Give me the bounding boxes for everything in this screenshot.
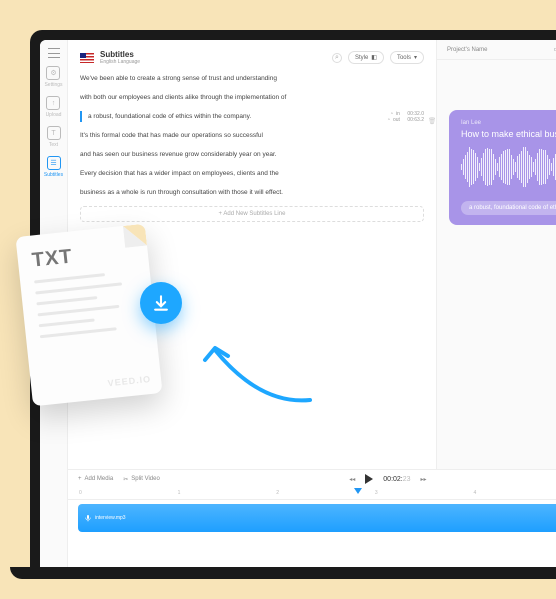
watermark: VEED.IO	[107, 374, 151, 388]
download-button[interactable]	[140, 282, 182, 324]
rewind-icon[interactable]: ◂◂	[349, 476, 355, 483]
style-button[interactable]: Style◧	[348, 51, 384, 64]
panel-subtitle: English Language	[100, 59, 326, 65]
trash-icon[interactable]: 🗑	[428, 117, 436, 125]
flag-us-icon	[80, 53, 94, 63]
video-preview: Ian Lee How to make ethical business dec…	[449, 110, 556, 225]
preview-caption: a robust, foundational code of ethics wi…	[461, 201, 556, 215]
timeline-ruler[interactable]: 012345	[68, 488, 556, 500]
subtitle-line[interactable]: We've been able to create a strong sense…	[80, 73, 424, 84]
text-icon: T	[47, 126, 61, 140]
title-block[interactable]: Subtitles English Language	[100, 50, 326, 65]
timecode-block: ◔in 00:32.0 ◔out 00:63.2	[387, 111, 424, 123]
upload-icon: ↑	[46, 96, 60, 110]
sidebar-item-label: Subtitles	[44, 172, 63, 178]
search-icon[interactable]: ⌕	[332, 53, 342, 63]
forward-icon[interactable]: ▸▸	[421, 476, 427, 483]
subtitle-line[interactable]: with both our employees and clients alik…	[80, 92, 424, 103]
timeline: + Add Media ✂ Split Video ◂◂ 00:02:23 ▸▸…	[68, 469, 556, 569]
subtitle-lines: We've been able to create a strong sense…	[80, 73, 424, 198]
tools-button[interactable]: Tools▾	[390, 51, 424, 64]
laptop-base	[10, 567, 556, 579]
sidebar-item-label: Upload	[46, 112, 62, 118]
subtitle-line[interactable]: business as a whole is run through consu…	[80, 187, 424, 198]
waveform-icon	[461, 147, 556, 187]
txt-file-card: TXT VEED.IO	[15, 224, 162, 407]
file-ext-label: TXT	[31, 239, 135, 273]
gear-icon: ⚙	[46, 66, 60, 80]
menu-icon[interactable]	[48, 48, 60, 58]
playhead-time: 00:02:23	[383, 476, 410, 483]
chevron-down-icon: ▾	[414, 54, 417, 61]
split-video-button[interactable]: ✂ Split Video	[123, 476, 160, 483]
subtitle-line[interactable]: Every decision that has a wider impact o…	[80, 168, 424, 179]
fold-corner-icon	[123, 224, 147, 248]
editor-header: Subtitles English Language ⌕ Style◧ Tool…	[80, 50, 424, 65]
preview-pane: Project's Name ▭ YouTube Full HD Ian Lee…	[436, 40, 556, 469]
add-media-button[interactable]: + Add Media	[78, 476, 113, 482]
preview-author: Ian Lee	[461, 120, 556, 126]
subtitle-line[interactable]: It's this formal code that has made our …	[80, 130, 424, 141]
sidebar-item-label: Text	[49, 142, 58, 148]
clock-icon: ◔	[387, 117, 390, 123]
track-name: interview.mp3	[95, 515, 126, 521]
subtitle-line-selected[interactable]: a robust, foundational code of ethics wi…	[80, 111, 424, 122]
sidebar-item-label: Settings	[44, 82, 62, 88]
subtitles-icon: ☰	[47, 156, 61, 170]
audio-track[interactable]: interview.mp3	[78, 504, 556, 532]
preview-header: Project's Name ▭ YouTube Full HD	[437, 40, 556, 60]
palette-icon: ◧	[371, 54, 377, 61]
sidebar-item-settings[interactable]: ⚙ Settings	[44, 66, 62, 88]
playhead-marker[interactable]	[358, 488, 362, 494]
subtitle-text: a robust, foundational code of ethics wi…	[88, 113, 251, 120]
timeline-controls: + Add Media ✂ Split Video ◂◂ 00:02:23 ▸▸	[68, 470, 556, 488]
download-icon	[151, 293, 171, 313]
play-button[interactable]	[365, 474, 373, 484]
sidebar-item-subtitles[interactable]: ☰ Subtitles	[44, 156, 63, 178]
sidebar-item-upload[interactable]: ↑ Upload	[46, 96, 62, 118]
tc-out[interactable]: 00:63.2	[407, 117, 424, 123]
project-name[interactable]: Project's Name	[447, 47, 488, 53]
add-subtitle-button[interactable]: + Add New Subtitles Line	[80, 206, 424, 222]
panel-title: Subtitles	[100, 50, 326, 59]
sidebar-item-text[interactable]: T Text	[47, 126, 61, 148]
subtitle-line[interactable]: and has seen our business revenue grow c…	[80, 149, 424, 160]
mic-icon	[84, 514, 92, 522]
preview-title: How to make ethical business deci	[461, 129, 556, 139]
